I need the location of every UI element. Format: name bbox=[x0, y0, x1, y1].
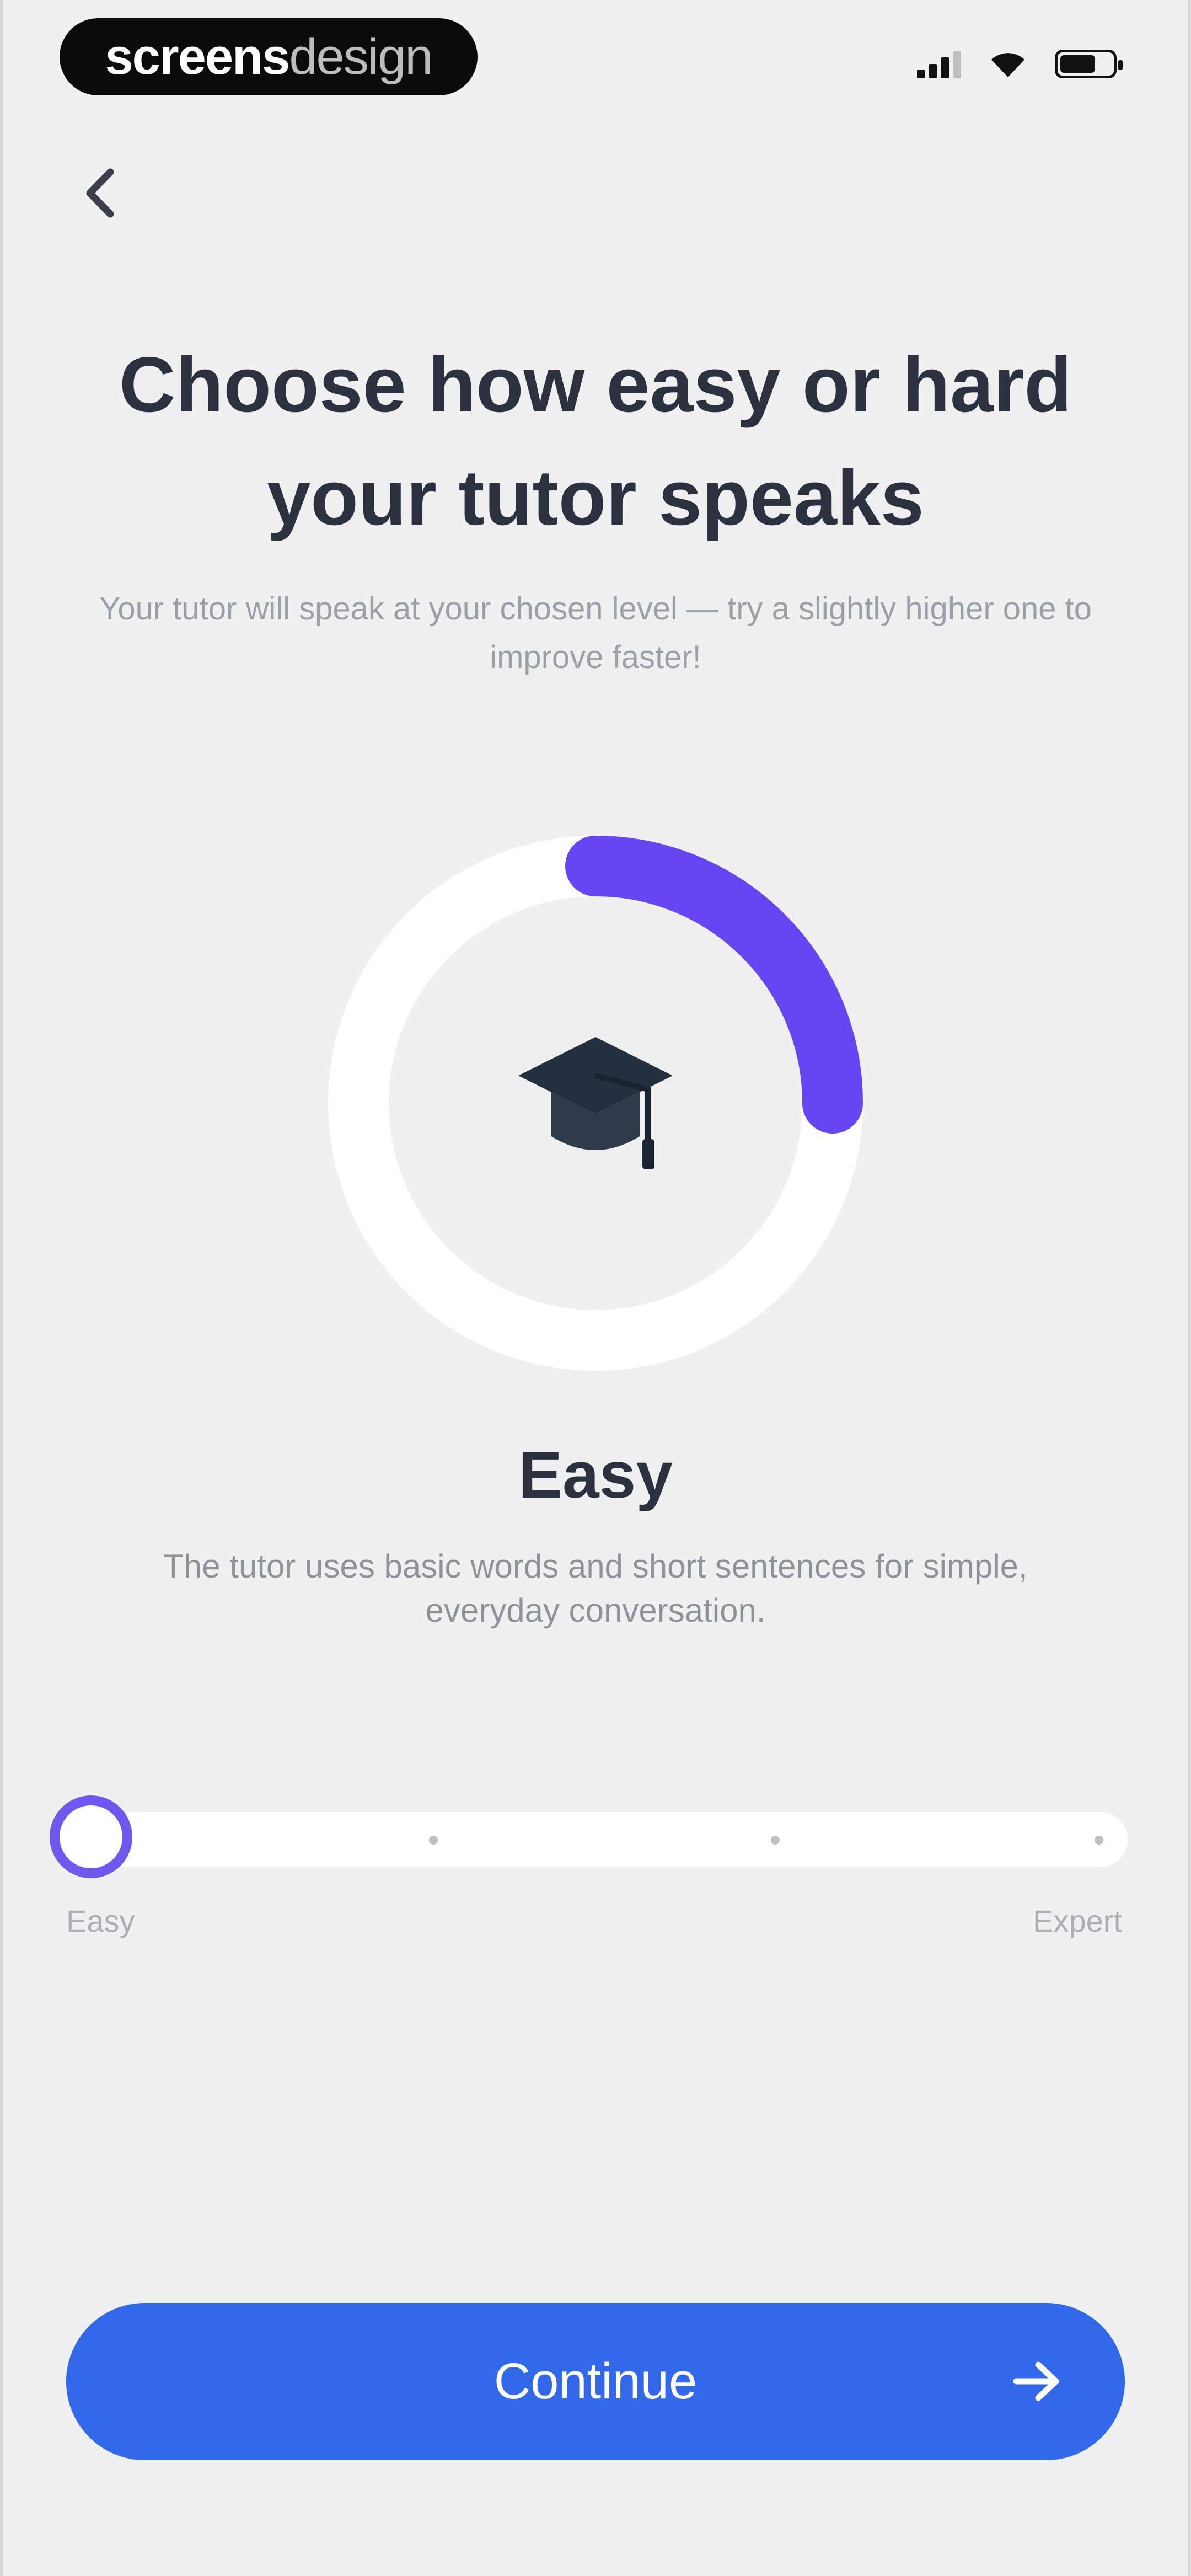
battery-icon bbox=[1055, 50, 1123, 78]
brand-text-part1: screens bbox=[105, 28, 291, 85]
status-icons bbox=[917, 50, 1123, 78]
back-button[interactable] bbox=[66, 160, 132, 226]
slider-step-dot[interactable] bbox=[771, 1836, 780, 1845]
graduation-cap-icon bbox=[518, 1037, 673, 1169]
difficulty-slider-thumb[interactable] bbox=[50, 1795, 132, 1878]
continue-button[interactable]: Continue bbox=[66, 2303, 1125, 2460]
slider-max-label: Expert bbox=[1033, 1904, 1122, 1938]
signal-icon bbox=[917, 50, 961, 78]
continue-label: Continue bbox=[493, 2353, 698, 2409]
difficulty-slider-track[interactable] bbox=[88, 1812, 1128, 1867]
level-description: The tutor uses basic words and short sen… bbox=[163, 1548, 1028, 1629]
brand-text-part2: design bbox=[289, 28, 433, 85]
arrow-right-icon bbox=[1013, 2361, 1059, 2401]
chevron-left-icon bbox=[86, 168, 114, 218]
level-ring bbox=[325, 833, 866, 1373]
slider-min-label: Easy bbox=[66, 1904, 135, 1938]
level-name: Easy bbox=[518, 1438, 673, 1512]
slider-step-dot[interactable] bbox=[429, 1836, 438, 1845]
brand-watermark: screens design bbox=[60, 18, 478, 95]
page-title: Choose how easy or hard your tutor speak… bbox=[119, 341, 1072, 542]
wifi-icon bbox=[991, 53, 1024, 77]
page-subtitle: Your tutor will speak at your chosen lev… bbox=[99, 591, 1092, 675]
slider-step-dot[interactable] bbox=[1095, 1836, 1103, 1845]
